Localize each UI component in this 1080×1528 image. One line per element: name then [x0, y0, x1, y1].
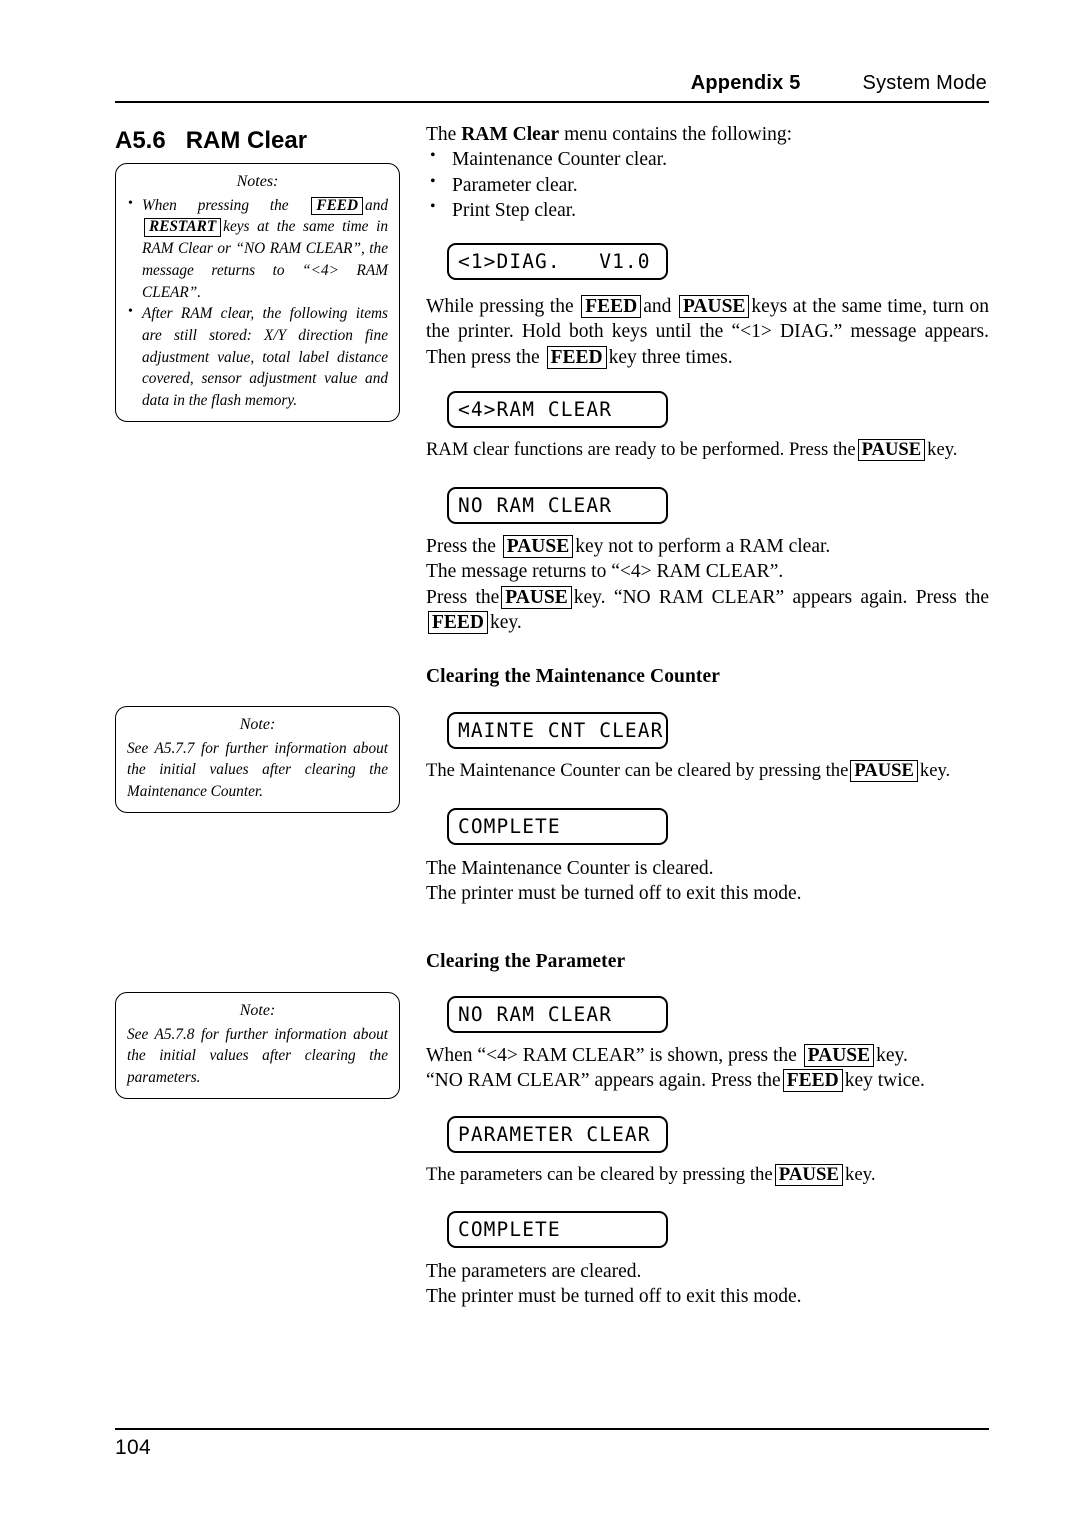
page-number: 104 [115, 1436, 151, 1459]
header-mode-label: System Mode [862, 72, 987, 94]
section-title: A5.6 RAM Clear [115, 127, 307, 155]
parameter-clear-a: The parameters can be cleared by pressin… [426, 1164, 773, 1185]
notes-list: When pressing the FEEDand RESTARTkeys at… [127, 194, 388, 412]
parameter-desc-l2b: key twice. [844, 1070, 925, 1092]
key-chip-pause: PAUSE [857, 439, 926, 462]
lcd-display-no-ram-clear-1: NO RAM CLEAR [447, 487, 668, 524]
step-no-ram-line-1: Press the PAUSE key not to perform a RAM … [426, 534, 989, 559]
key-chip-pause: PAUSE [501, 585, 572, 609]
list-item: Print Step clear. [426, 197, 989, 223]
intro-lead-post: menu contains the following: [559, 124, 793, 145]
step-ram-ready-block: RAM clear functions are ready to be perf… [426, 438, 989, 462]
maintenance-desc-text: The Maintenance Counter can be cleared b… [426, 759, 989, 783]
key-chip-restart: RESTART [144, 218, 222, 237]
note-item-2-text: After RAM clear, the following items are… [142, 305, 388, 410]
maintenance-desc-b: key. [919, 760, 951, 781]
parameter-result-line-2: The printer must be turned off to exit t… [426, 1286, 802, 1308]
note-box-3-title: Note: [239, 1002, 276, 1019]
lcd-display-parameter-clear: PARAMETER CLEAR [447, 1116, 668, 1153]
subheading-clearing-maintenance-counter: Clearing the Maintenance Counter [426, 666, 721, 687]
step-ram-ready-text: RAM clear functions are ready to be perf… [426, 438, 989, 462]
parameter-clear-desc-block: The parameters can be cleared by pressin… [426, 1163, 989, 1187]
step-no-ram-l1b: key not to perform a RAM clear. [575, 536, 831, 557]
header-divider [115, 101, 989, 103]
step-diag-t2: and [643, 296, 672, 317]
list-item: Maintenance Counter clear. [426, 146, 989, 172]
lcd-display-diag: <1>DIAG. V1.0 [447, 243, 668, 280]
step-diag-t4: key three times. [608, 346, 733, 368]
key-chip-pause: PAUSE [502, 535, 574, 559]
parameter-desc-l1b: key. [876, 1045, 908, 1066]
step-diag-block: While pressing the FEED and PAUSE keys at … [426, 294, 989, 370]
note-box-2-body: See A5.7.7 for further information about… [127, 739, 388, 801]
key-chip-feed: FEED [581, 295, 642, 319]
note-box-3-body: See A5.7.8 for further information about… [127, 1025, 388, 1087]
maintenance-result-block: The Maintenance Counter is cleared. The … [426, 856, 989, 907]
intro-block: The RAM Clear menu contains the followin… [426, 122, 989, 223]
intro-lead: The RAM Clear menu contains the followin… [426, 122, 989, 147]
section-number: A5.6 [115, 127, 166, 154]
key-chip-feed: FEED [782, 1069, 843, 1093]
step-no-ram-block: Press the PAUSE key not to perform a RAM … [426, 534, 989, 635]
parameter-desc-block: When “<4> RAM CLEAR” is shown, press the… [426, 1043, 989, 1094]
step-diag-text: While pressing the FEED and PAUSE keys at … [426, 294, 989, 370]
note-box-maintenance-counter: Note: See A5.7.7 for further information… [115, 706, 400, 813]
header-appendix-label: Appendix 5 [690, 72, 801, 94]
section-title-text: RAM Clear [185, 127, 308, 154]
key-chip-pause: PAUSE [774, 1164, 843, 1187]
key-chip-feed: FEED [311, 196, 364, 216]
step-diag-t1: While pressing the [426, 296, 574, 317]
step-no-ram-line-2: The message returns to “<4> RAM CLEAR”. [426, 561, 784, 583]
maintenance-desc-block: The Maintenance Counter can be cleared b… [426, 759, 989, 783]
lcd-display-complete-2: COMPLETE [447, 1211, 668, 1248]
page-header: Appendix 5 System Mode [115, 72, 989, 95]
step-no-ram-l1a: Press the [426, 536, 496, 557]
parameter-result-line-1: The parameters are cleared. [426, 1261, 642, 1282]
maintenance-desc-a: The Maintenance Counter can be cleared b… [426, 760, 849, 781]
step-ram-ready-t2: key. [927, 439, 958, 460]
footer-divider [115, 1428, 989, 1430]
step-no-ram-l3c: key. [490, 612, 522, 634]
maintenance-result-line-1: The Maintenance Counter is cleared. [426, 858, 714, 879]
parameter-result-block: The parameters are cleared. The printer … [426, 1259, 989, 1310]
key-chip-pause: PAUSE [678, 295, 750, 319]
document-page: Appendix 5 System Mode A5.6 RAM Clear Not… [0, 0, 1080, 1528]
note-item-2: After RAM clear, the following items are… [127, 302, 388, 412]
list-item: Parameter clear. [426, 172, 989, 198]
note-box-parameters: Note: See A5.7.8 for further information… [115, 992, 400, 1099]
intro-bullet-list: Maintenance Counter clear. Parameter cle… [426, 146, 989, 223]
step-ram-ready-t1: RAM clear functions are ready to be perf… [426, 439, 856, 460]
parameter-desc-l2a: “NO RAM CLEAR” appears again. Press the [426, 1070, 781, 1092]
parameter-desc-l1a: When “<4> RAM CLEAR” is shown, press the [426, 1045, 797, 1066]
key-chip-feed: FEED [428, 611, 489, 635]
lcd-display-no-ram-clear-2: NO RAM CLEAR [447, 996, 668, 1033]
step-no-ram-l3a: Press the [426, 586, 500, 608]
lcd-display-complete-1: COMPLETE [447, 808, 668, 845]
note-box-2-title: Note: [239, 716, 276, 733]
key-chip-pause: PAUSE [803, 1044, 875, 1068]
step-no-ram-line-3: Press the PAUSE key. “NO RAM CLEAR” appear… [426, 585, 989, 636]
intro-lead-bold: RAM Clear [461, 124, 560, 145]
note-item-1-text-b: and [365, 196, 388, 214]
note-item-1-text-a: When pressing the [142, 196, 289, 214]
parameter-clear-desc-text: The parameters can be cleared by pressin… [426, 1163, 989, 1187]
parameter-desc-line-1: When “<4> RAM CLEAR” is shown, press the… [426, 1043, 989, 1068]
maintenance-result-line-2: The printer must be turned off to exit t… [426, 883, 802, 905]
intro-lead-pre: The [426, 124, 462, 145]
step-no-ram-l3b: key. “NO RAM CLEAR” appears again. Press… [573, 586, 989, 608]
parameter-clear-b: key. [844, 1164, 876, 1185]
note-item-1: When pressing the FEEDand RESTARTkeys at… [127, 194, 388, 304]
lcd-display-mainte-cnt-clear: MAINTE CNT CLEAR [447, 712, 668, 749]
notes-box-title: Notes: [236, 173, 279, 190]
notes-box-ram-clear: Notes: When pressing the FEEDand RESTART… [115, 163, 400, 422]
parameter-desc-line-2: “NO RAM CLEAR” appears again. Press the F… [426, 1068, 989, 1093]
key-chip-feed: FEED [546, 345, 607, 369]
lcd-display-ram-clear-4: <4>RAM CLEAR [447, 391, 668, 428]
key-chip-pause: PAUSE [850, 760, 918, 783]
subheading-clearing-the-parameter: Clearing the Parameter [426, 951, 626, 972]
